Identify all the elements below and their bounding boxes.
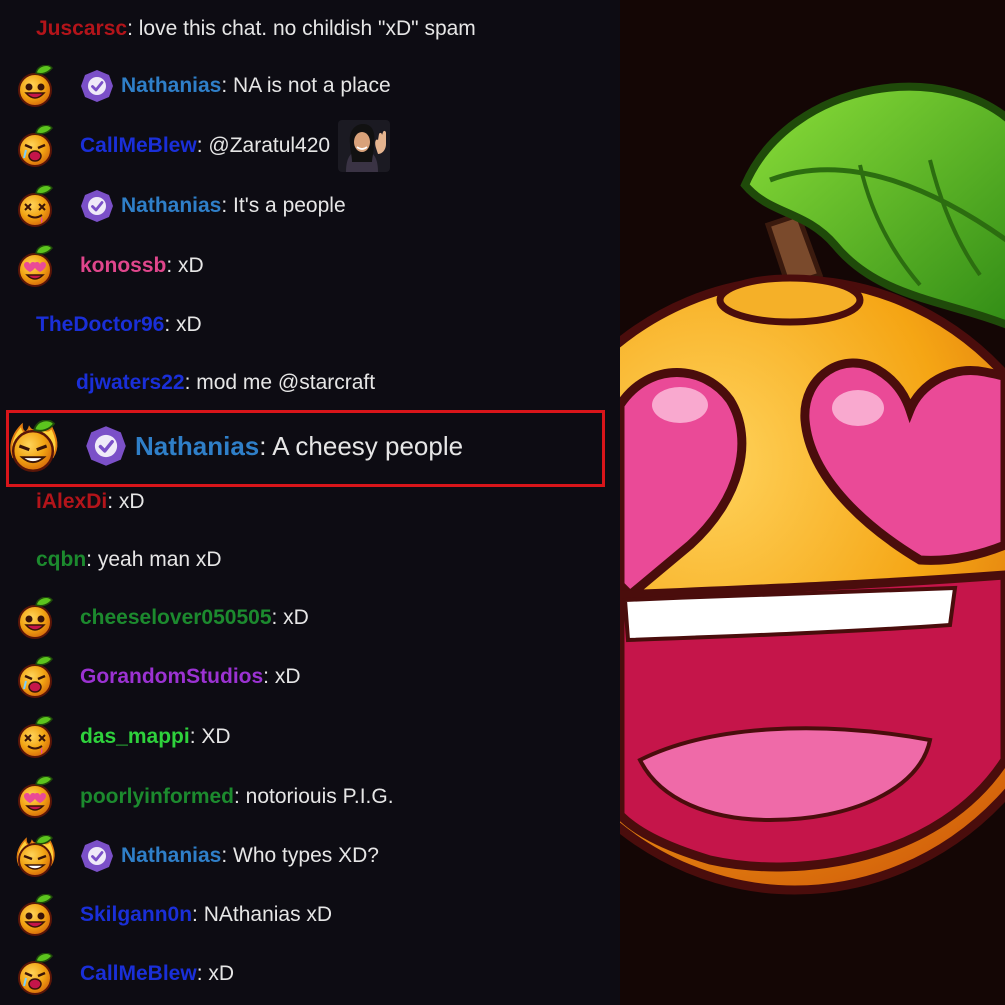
waving-woman-icon[interactable] xyxy=(338,120,391,172)
orange-fire-icon[interactable] xyxy=(7,419,59,472)
chat-message-text: : XD xyxy=(189,725,231,748)
chat-message: djwaters22: mod me @starcraft xyxy=(0,354,620,412)
chat-username[interactable]: poorlyinformed xyxy=(80,785,234,809)
chat-username[interactable]: iAlexDi xyxy=(36,490,107,514)
orange-love-icon[interactable] xyxy=(14,775,56,818)
orange-heart-eyes-icon xyxy=(620,82,1005,895)
chat-message: Skilgann0n: NAthanias xD xyxy=(0,886,620,944)
chat-message-text: : NAthanias xD xyxy=(192,903,333,926)
chat-message: Nathanias: It's a people xyxy=(0,177,620,235)
orange-dizzy-icon[interactable] xyxy=(14,184,56,227)
orange-grin-icon[interactable] xyxy=(14,64,56,107)
chat-message: Nathanias: NA is not a place xyxy=(0,57,620,115)
highlighted-message-frame: Nathanias: A cheesy people xyxy=(6,410,605,487)
chat-username[interactable]: CallMeBlew xyxy=(80,134,197,158)
chat-username[interactable]: Nathanias xyxy=(121,74,221,98)
chat-message-text: : xD xyxy=(166,254,204,277)
chat-message: das_mappi: XD xyxy=(0,708,620,766)
chat-username[interactable]: GorandomStudios xyxy=(80,665,263,689)
chat-message: GorandomStudios: xD xyxy=(0,648,620,706)
chat-message: Nathanias: A cheesy people xyxy=(3,417,623,475)
moderator-badge-icon[interactable] xyxy=(80,69,114,103)
chat-message-text: : It's a people xyxy=(221,194,346,217)
chat-username[interactable]: das_mappi xyxy=(80,725,190,749)
chat-message-text: : yeah man xD xyxy=(86,548,222,571)
chat-message-text: : xD xyxy=(271,606,309,629)
chat-username[interactable]: cheeselover050505 xyxy=(80,606,272,630)
chat-message-text: : xD xyxy=(196,962,235,985)
chat-username[interactable]: Nathanias xyxy=(121,844,221,868)
orange-grin-icon[interactable] xyxy=(14,893,56,936)
chat-username[interactable]: Juscarsc xyxy=(36,17,127,41)
chat-username[interactable]: Skilgann0n xyxy=(80,903,192,927)
chat-message: konossb: xD xyxy=(0,237,620,295)
chat-username[interactable]: TheDoctor96 xyxy=(36,313,164,337)
chat-message: CallMeBlew: @Zaratul420 xyxy=(0,117,620,175)
emote-art-panel xyxy=(620,0,1005,1005)
chat-panel: Juscarsc: love this chat. no childish "x… xyxy=(0,0,620,1005)
chat-message-text: : A cheesy people xyxy=(259,430,464,461)
chat-message-text: : xD xyxy=(263,665,301,688)
moderator-badge-icon[interactable] xyxy=(85,425,127,467)
orange-love-icon[interactable] xyxy=(14,244,56,287)
chat-message-text: : xD xyxy=(107,490,145,513)
orange-grin-icon[interactable] xyxy=(14,596,56,639)
chat-message-text: : notoriouis P.I.G. xyxy=(234,785,394,808)
chat-username[interactable]: CallMeBlew xyxy=(80,962,197,986)
chat-message-text: : xD xyxy=(164,313,202,336)
moderator-badge-icon[interactable] xyxy=(80,189,114,223)
chat-username[interactable]: Nathanias xyxy=(135,431,259,462)
chat-message-text: : NA is not a place xyxy=(221,74,391,97)
chat-message: cqbn: yeah man xD xyxy=(0,531,620,589)
chat-message: TheDoctor96: xD xyxy=(0,296,620,354)
orange-cry-icon[interactable] xyxy=(14,952,56,995)
chat-message-text: : mod me @starcraft xyxy=(184,371,376,394)
chat-username[interactable]: djwaters22 xyxy=(76,371,185,395)
chat-message-text: : love this chat. no childish "xD" spam xyxy=(127,17,476,40)
chat-message-text: : Who types XD? xyxy=(221,844,379,867)
chat-username[interactable]: Nathanias xyxy=(121,194,221,218)
moderator-badge-icon[interactable] xyxy=(80,839,114,873)
orange-cry-icon[interactable] xyxy=(14,655,56,698)
orange-dizzy-icon[interactable] xyxy=(14,715,56,758)
chat-message: cheeselover050505: xD xyxy=(0,589,620,647)
chat-message: CallMeBlew: xD xyxy=(0,945,620,1003)
orange-fire-icon[interactable] xyxy=(14,834,56,877)
chat-message: Nathanias: Who types XD? xyxy=(0,827,620,885)
orange-cry-icon[interactable] xyxy=(14,124,56,167)
chat-message: poorlyinformed: notoriouis P.I.G. xyxy=(0,768,620,826)
chat-username[interactable]: konossb xyxy=(80,254,166,278)
chat-message: Juscarsc: love this chat. no childish "x… xyxy=(0,0,620,58)
chat-username[interactable]: cqbn xyxy=(36,548,86,572)
chat-message-text: : @Zaratul420 xyxy=(196,134,331,157)
